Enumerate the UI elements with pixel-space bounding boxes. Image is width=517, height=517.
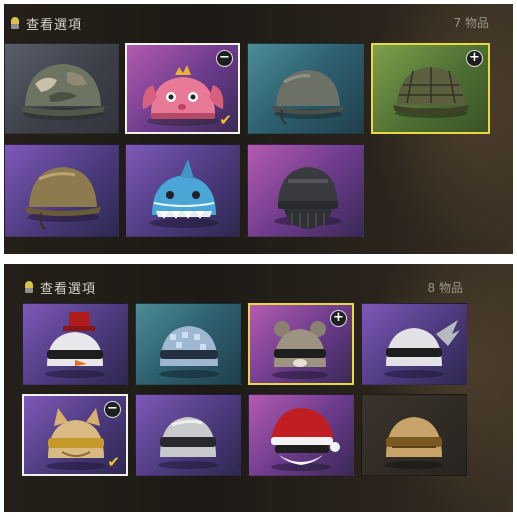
item-tile-gold-helmet[interactable] [4, 144, 119, 237]
item-panel-2: 查看選項 8 物品 + − ✔ [4, 264, 513, 512]
item-tile-pink-bunny-helmet[interactable]: − ✔ [125, 43, 240, 134]
item-tile-steel-helmet[interactable] [247, 43, 364, 134]
add-badge-icon[interactable]: + [466, 50, 483, 67]
steel-helmet-icon [272, 70, 344, 125]
item-count: 8 物品 [427, 281, 463, 295]
panel-header: 查看選項 [10, 14, 83, 33]
gold-helmet-icon [25, 167, 101, 230]
item-tile-netted-helmet[interactable]: + [371, 43, 490, 134]
item-count: 7 物品 [453, 16, 489, 30]
panel-header: 查看選項 [24, 278, 97, 297]
disco-helmet-icon [159, 326, 219, 378]
tan-helmet-icon [384, 417, 444, 469]
item-tile-cat-ear-gold-helmet[interactable]: − ✔ [22, 394, 128, 476]
snowman-helmet-icon [45, 312, 105, 378]
item-tile-tactical-helmet[interactable] [247, 144, 364, 237]
item-tile-santa-helmet[interactable] [248, 394, 354, 476]
santa-helmet-icon [271, 408, 340, 471]
item-panel-1: 查看選項 7 物品 − ✔ + [4, 4, 513, 254]
equipped-check-icon: ✔ [107, 453, 120, 471]
item-tile-snowman-top-hat-helmet[interactable] [22, 303, 128, 385]
helmet-icon [24, 280, 34, 294]
item-tile-camo-helmet[interactable] [4, 43, 119, 134]
item-tile-tan-helmet[interactable] [361, 394, 467, 476]
helmet-icon [10, 16, 20, 30]
shark-helmet-icon [150, 159, 218, 228]
panel-title: 查看選項 [26, 17, 83, 33]
tactical-helmet-icon [274, 167, 342, 229]
silver-helmet-icon [158, 417, 218, 469]
panel-title: 查看選項 [40, 281, 97, 297]
item-tile-shark-helmet[interactable] [125, 144, 240, 237]
item-tile-silver-helmet[interactable] [135, 394, 241, 476]
add-badge-icon[interactable]: + [330, 310, 347, 327]
item-tile-bear-ear-helmet[interactable]: + [248, 303, 354, 385]
equipped-check-icon: ✔ [219, 111, 232, 129]
item-tile-disco-helmet[interactable] [135, 303, 241, 385]
remove-badge-icon[interactable]: − [216, 50, 233, 67]
winged-helmet-icon [384, 320, 460, 378]
camo-helmet-icon [21, 64, 105, 120]
remove-badge-icon[interactable]: − [104, 401, 121, 418]
item-tile-winged-helmet[interactable] [361, 303, 467, 385]
